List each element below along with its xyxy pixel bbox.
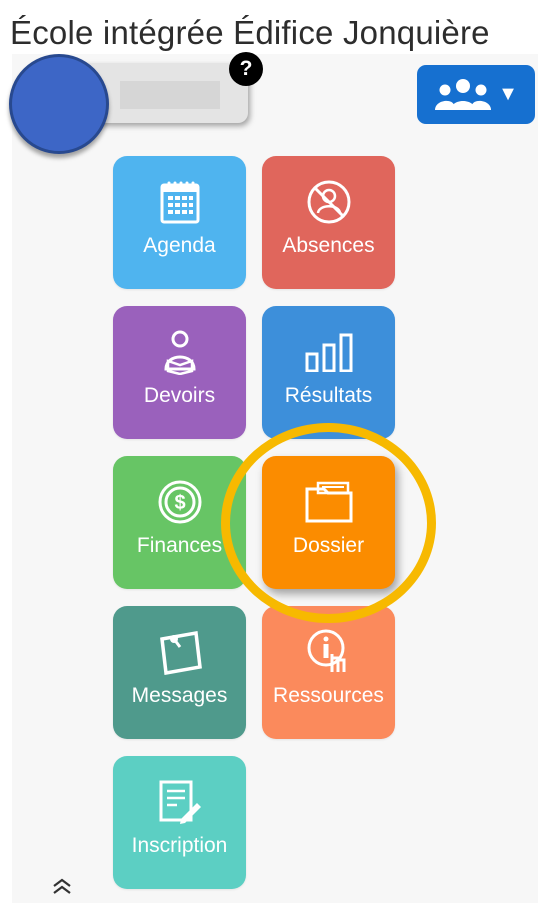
tile-label: Absences [282,234,375,257]
tile-ressources[interactable]: Ressources [262,606,395,739]
users-icon [435,78,492,110]
reader-icon [163,330,196,375]
tile-inscription[interactable]: Inscription [113,756,246,889]
tile-messages[interactable]: Messages [113,606,246,739]
absence-icon [307,180,350,224]
bar-chart-icon [305,333,352,372]
tile-label: Résultats [284,384,373,407]
chevron-down-icon: ▼ [498,83,518,105]
avatar[interactable] [9,54,109,154]
profile-name-placeholder [120,81,220,109]
tile-label: Ressources [273,684,384,707]
tile-dossier[interactable]: Dossier [262,456,395,589]
note-icon [159,630,202,675]
school-title: École intégrée Édifice Jonquière [10,14,490,51]
tile-label: Messages [131,684,228,707]
double-chevron-up-icon[interactable] [50,874,74,898]
tile-devoirs[interactable]: Devoirs [113,306,246,439]
children-selector-button[interactable]: ▼ [417,65,535,124]
tile-label: Agenda [143,234,216,257]
form-edit-icon [159,780,201,824]
tile-label: Devoirs [143,384,216,407]
svg-text:$: $ [174,492,185,514]
tile-agenda[interactable]: Agenda [113,156,246,289]
tile-finances[interactable]: $ Finances [113,456,246,589]
info-touch-icon [307,629,345,672]
help-icon[interactable]: ? [229,52,263,86]
tile-label: Dossier [292,534,365,557]
tile-label: Inscription [131,834,228,857]
folder-icon [305,481,352,523]
tile-absences[interactable]: Absences [262,156,395,289]
calendar-icon [160,181,199,224]
tile-resultats[interactable]: Résultats [262,306,395,439]
dollar-icon: $ [158,480,201,524]
tile-label: Finances [136,534,223,557]
